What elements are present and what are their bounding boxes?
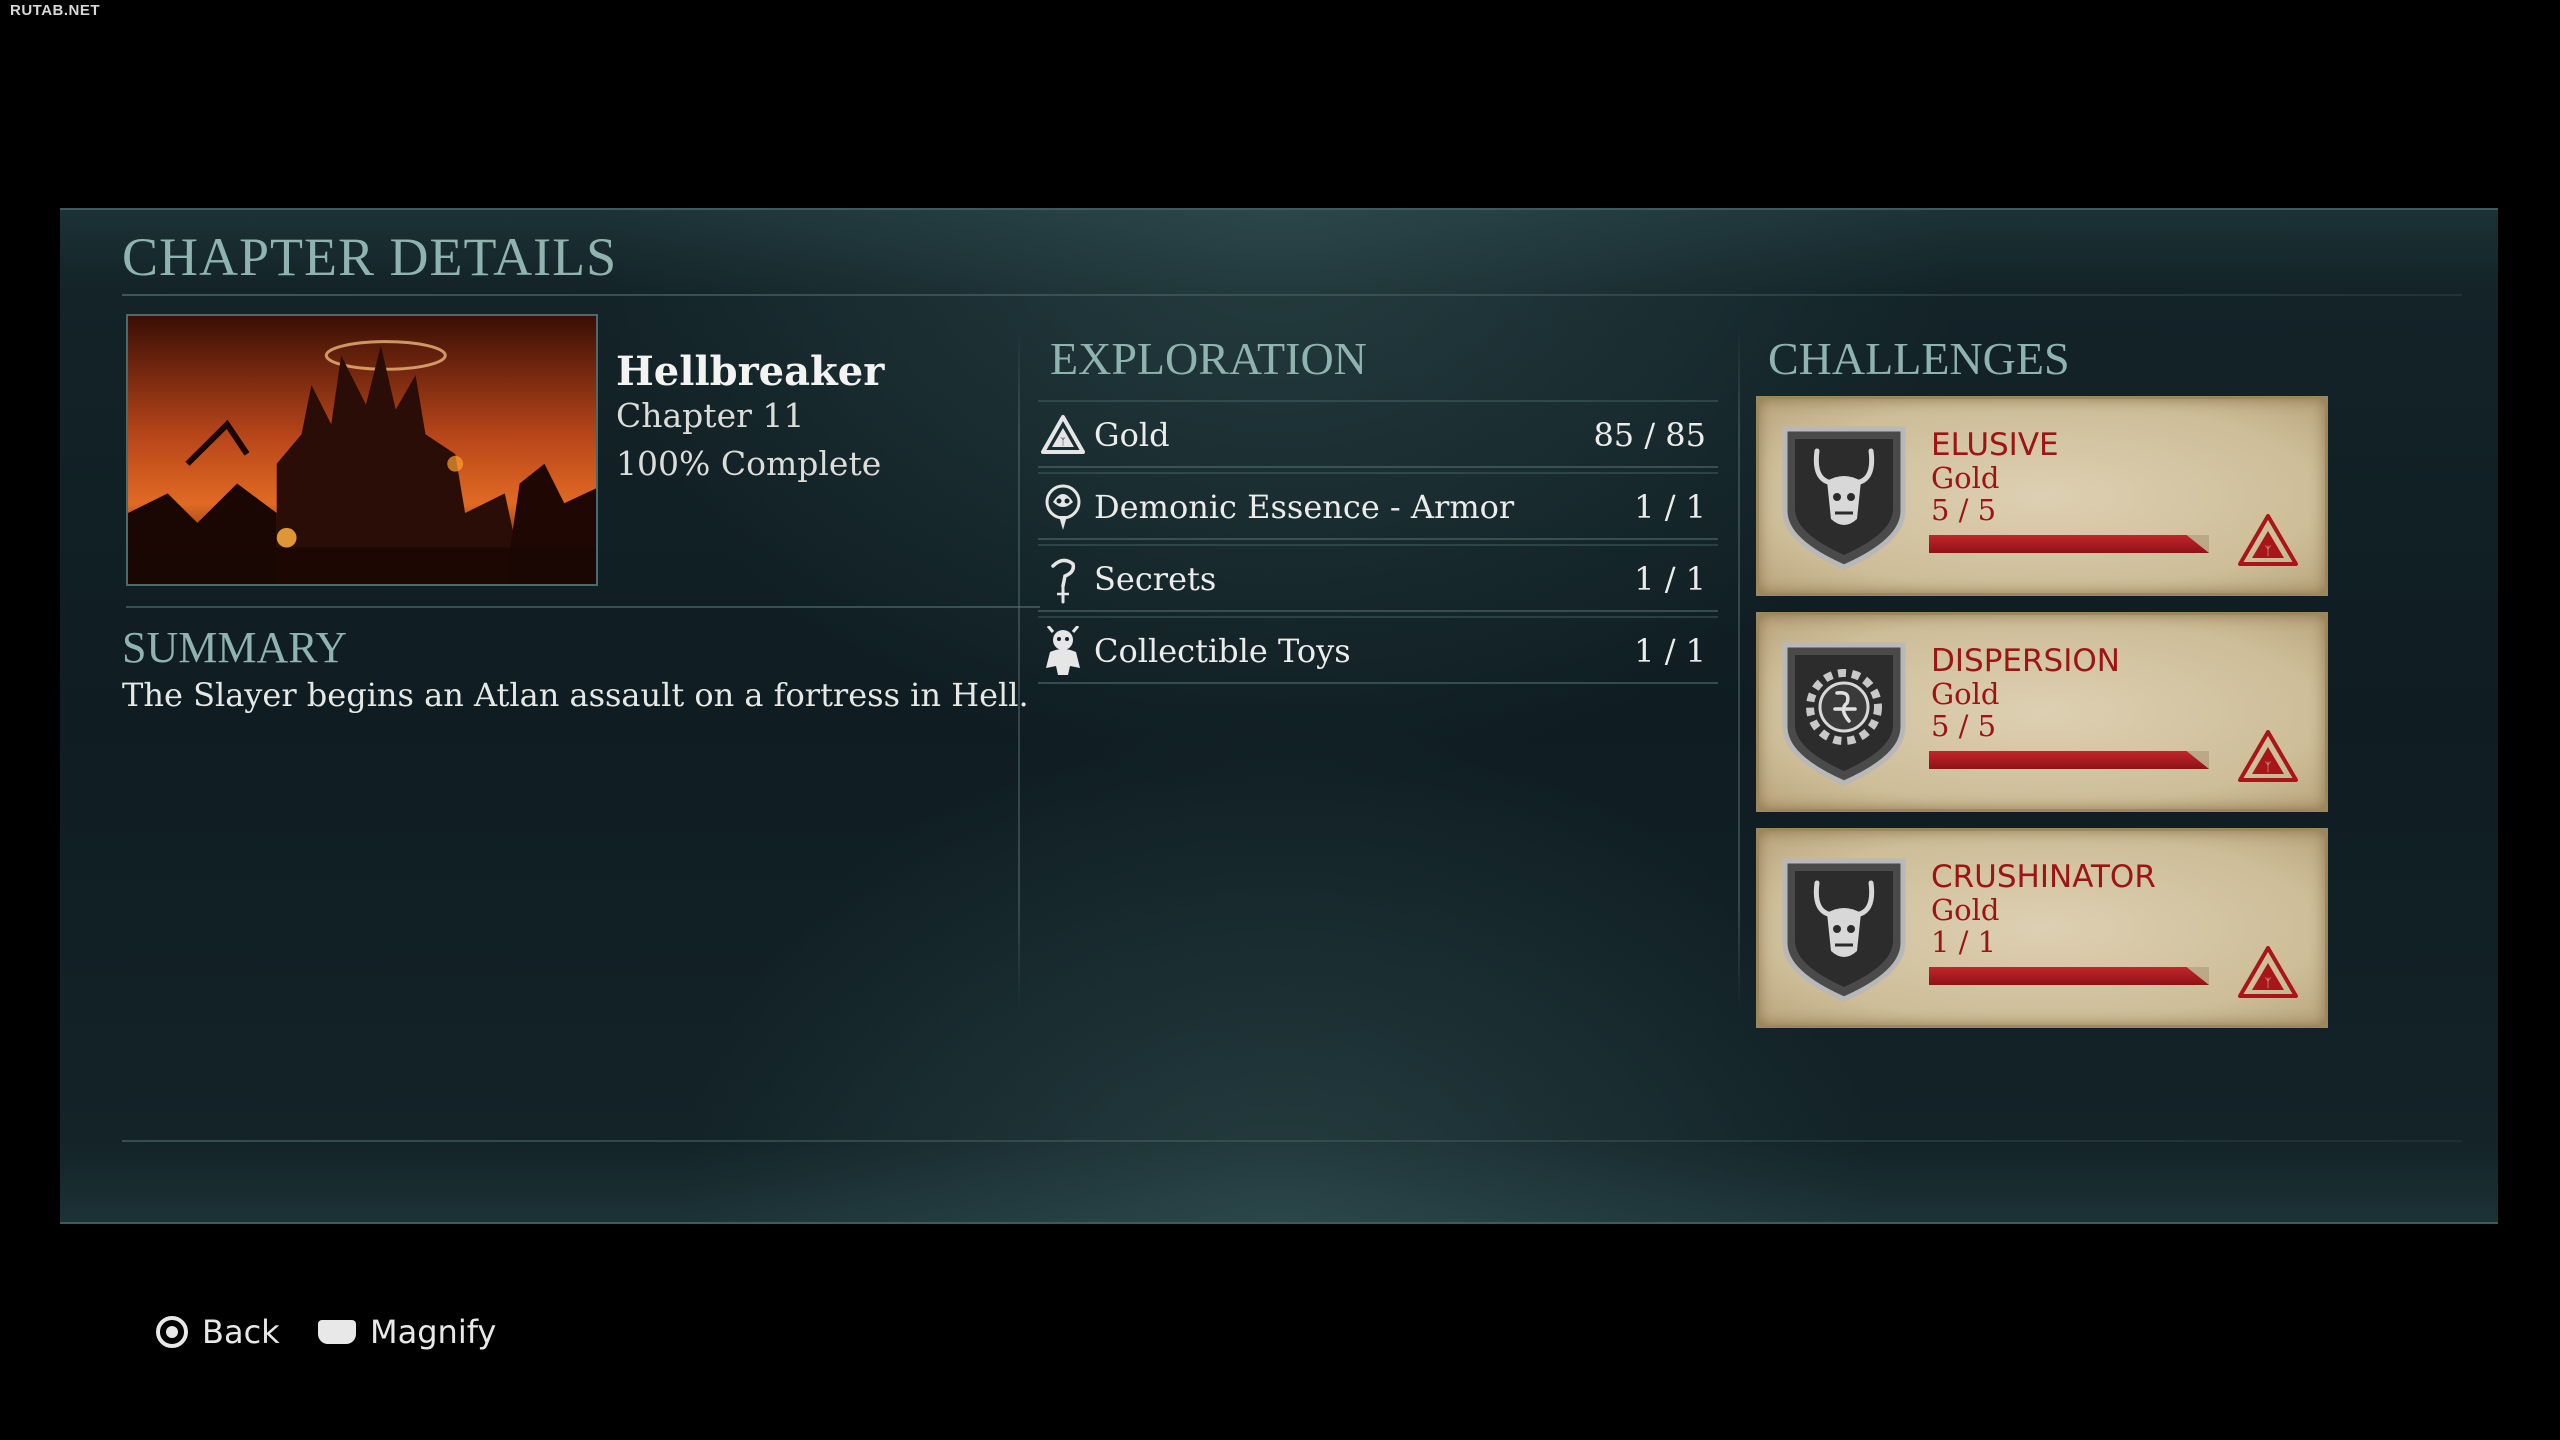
exploration-title: EXPLORATION — [1050, 333, 1367, 384]
svg-text:ᛉ: ᛉ — [2264, 544, 2271, 558]
exploration-label: Demonic Essence - Armor — [1094, 488, 1515, 526]
challenge-count: 1 / 1 — [1931, 925, 1997, 959]
challenge-card-crushinator[interactable]: CRUSHINATOR Gold 1 / 1 ᛉ — [1756, 828, 2328, 1028]
challenge-tier: Gold — [1931, 677, 2000, 711]
demon-skull-badge-icon — [1782, 858, 1906, 1002]
page-title: CHAPTER DETAILS — [122, 227, 618, 287]
cog-rune-badge-icon — [1782, 642, 1906, 786]
exploration-row-secrets: Secrets 1 / 1 — [1038, 544, 1718, 612]
demon-skull-badge-icon — [1782, 426, 1906, 570]
magnify-label: Magnify — [370, 1313, 497, 1351]
bottom-divider — [122, 1140, 2462, 1142]
challenge-progress-bar — [1929, 751, 2209, 769]
watermark: RUTAB.NET — [10, 2, 101, 19]
hellfire-fortress-thumbnail — [128, 316, 596, 584]
challenge-tier: Gold — [1931, 461, 2000, 495]
left-divider — [126, 606, 1040, 608]
exploration-row-toys: Collectible Toys 1 / 1 — [1038, 616, 1718, 684]
touchpad-icon — [318, 1320, 356, 1344]
gold-triangle-icon: ᛉ — [2238, 514, 2298, 566]
gold-triangle-icon: ᛉ — [2238, 946, 2298, 998]
chapter-details-panel: CHAPTER DETAILS Hellbreaker Chapter 11 1… — [60, 208, 2498, 1224]
exploration-value: 85 / 85 — [1593, 416, 1706, 454]
toy-icon — [1038, 626, 1088, 676]
magnify-button[interactable]: Magnify — [318, 1310, 496, 1354]
challenges-title: CHALLENGES — [1768, 333, 2070, 384]
exploration-row-demonic-essence: Demonic Essence - Armor 1 / 1 — [1038, 472, 1718, 540]
secret-icon — [1038, 554, 1088, 604]
column-divider — [1018, 328, 1020, 1008]
svg-text:ᛉ: ᛉ — [1060, 437, 1066, 448]
svg-text:ᛉ: ᛉ — [2264, 760, 2271, 774]
challenge-progress-bar — [1929, 535, 2209, 553]
back-button[interactable]: Back — [156, 1310, 280, 1354]
back-label: Back — [202, 1313, 280, 1351]
challenge-count: 5 / 5 — [1931, 493, 1997, 527]
exploration-row-gold: ᛉ Gold 85 / 85 — [1038, 400, 1718, 468]
summary-text: The Slayer begins an Atlan assault on a … — [122, 676, 1029, 714]
chapter-name: Hellbreaker — [616, 348, 885, 395]
gold-triangle-icon: ᛉ — [1038, 410, 1088, 460]
chapter-number: Chapter 11 — [616, 396, 805, 435]
exploration-value: 1 / 1 — [1634, 560, 1706, 598]
chapter-thumbnail — [126, 314, 598, 586]
svg-text:ᛉ: ᛉ — [2264, 976, 2271, 990]
challenge-name: DISPERSION — [1931, 643, 2120, 679]
challenge-name: ELUSIVE — [1931, 427, 2059, 463]
title-divider — [122, 294, 2462, 296]
exploration-value: 1 / 1 — [1634, 488, 1706, 526]
challenge-tier: Gold — [1931, 893, 2000, 927]
challenge-count: 5 / 5 — [1931, 709, 1997, 743]
challenge-name: CRUSHINATOR — [1931, 859, 2156, 895]
exploration-label: Secrets — [1094, 560, 1217, 598]
exploration-label: Gold — [1094, 416, 1170, 454]
demonic-essence-icon — [1038, 482, 1088, 532]
exploration-value: 1 / 1 — [1634, 632, 1706, 670]
column-divider — [1738, 328, 1740, 1008]
chapter-completion: 100% Complete — [616, 444, 882, 483]
challenge-progress-bar — [1929, 967, 2209, 985]
gold-triangle-icon: ᛉ — [2238, 730, 2298, 782]
exploration-label: Collectible Toys — [1094, 632, 1351, 670]
summary-title: SUMMARY — [122, 623, 347, 672]
challenge-card-elusive[interactable]: ELUSIVE Gold 5 / 5 ᛉ — [1756, 396, 2328, 596]
circle-button-icon — [156, 1316, 188, 1348]
challenge-card-dispersion[interactable]: DISPERSION Gold 5 / 5 ᛉ — [1756, 612, 2328, 812]
